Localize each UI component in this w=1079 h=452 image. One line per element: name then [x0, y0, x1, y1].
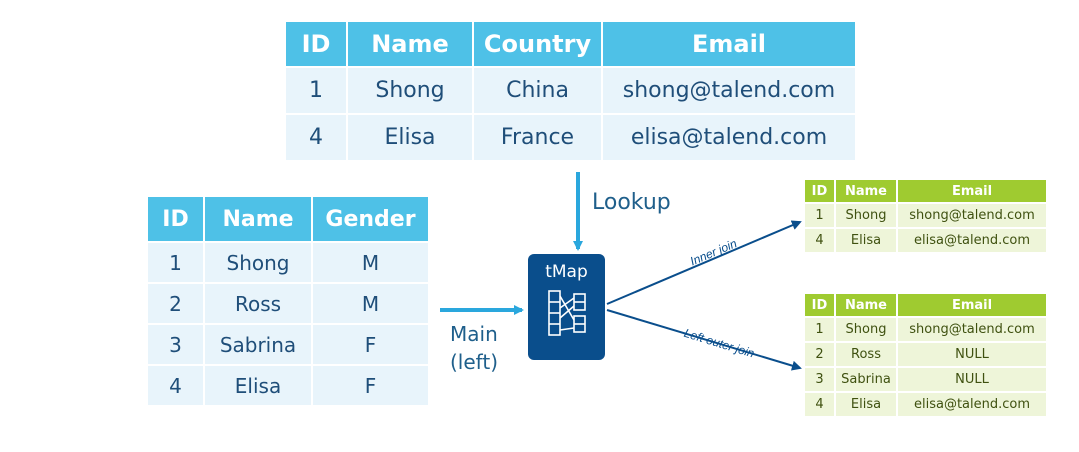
- lookup-table: ID Name Country Email 1 Shong China shon…: [284, 20, 857, 162]
- lookup-header-id: ID: [286, 22, 346, 66]
- table-row: 4 Elisa elisa@talend.com: [805, 229, 1046, 252]
- cell: Elisa: [348, 115, 472, 160]
- table-row: 4 Elisa F: [148, 366, 428, 405]
- cell: Elisa: [836, 393, 896, 416]
- cell: Elisa: [205, 366, 311, 405]
- inner-header-name: Name: [836, 180, 896, 202]
- lookup-label: Lookup: [592, 190, 671, 215]
- lookup-header-name: Name: [348, 22, 472, 66]
- cell: China: [474, 68, 601, 113]
- cell: 4: [805, 229, 834, 252]
- cell: M: [313, 243, 428, 282]
- main-header-row: ID Name Gender: [148, 197, 428, 241]
- cell: 4: [148, 366, 203, 405]
- main-label-line2: (left): [450, 350, 498, 374]
- cell: shong@talend.com: [603, 68, 855, 113]
- inner-join-table: ID Name Email 1 Shong shong@talend.com 4…: [803, 178, 1048, 254]
- inner-header-row: ID Name Email: [805, 180, 1046, 202]
- cell: 2: [148, 284, 203, 323]
- cell: 4: [805, 393, 834, 416]
- cell: Shong: [348, 68, 472, 113]
- cell: 2: [805, 343, 834, 366]
- table-row: 1 Shong M: [148, 243, 428, 282]
- lookup-header-country: Country: [474, 22, 601, 66]
- cell: elisa@talend.com: [898, 393, 1046, 416]
- cell: shong@talend.com: [898, 318, 1046, 341]
- cell: F: [313, 366, 428, 405]
- cell: 1: [805, 318, 834, 341]
- cell: France: [474, 115, 601, 160]
- cell: 3: [148, 325, 203, 364]
- inner-join-label: Inner join: [688, 236, 739, 268]
- table-row: 3 Sabrina NULL: [805, 368, 1046, 391]
- main-label-line1: Main: [450, 322, 498, 346]
- inner-header-email: Email: [898, 180, 1046, 202]
- table-row: 2 Ross M: [148, 284, 428, 323]
- cell: NULL: [898, 368, 1046, 391]
- lookup-header-email: Email: [603, 22, 855, 66]
- table-row: 1 Shong shong@talend.com: [805, 318, 1046, 341]
- table-row: 1 Shong shong@talend.com: [805, 204, 1046, 227]
- lookup-header-row: ID Name Country Email: [286, 22, 855, 66]
- table-row: 4 Elisa France elisa@talend.com: [286, 115, 855, 160]
- left-header-id: ID: [805, 294, 834, 316]
- cell: F: [313, 325, 428, 364]
- table-row: 3 Sabrina F: [148, 325, 428, 364]
- tmap-mapping-icon: [548, 290, 586, 336]
- main-header-gender: Gender: [313, 197, 428, 241]
- cell: M: [313, 284, 428, 323]
- main-table: ID Name Gender 1 Shong M 2 Ross M 3 Sabr…: [146, 195, 430, 407]
- cell: Elisa: [836, 229, 896, 252]
- cell: elisa@talend.com: [603, 115, 855, 160]
- tmap-component[interactable]: tMap: [528, 254, 605, 360]
- left-outer-join-table: ID Name Email 1 Shong shong@talend.com 2…: [803, 292, 1048, 418]
- cell: 1: [805, 204, 834, 227]
- cell: Ross: [836, 343, 896, 366]
- cell: NULL: [898, 343, 1046, 366]
- table-row: 4 Elisa elisa@talend.com: [805, 393, 1046, 416]
- main-label: Main (left): [450, 320, 498, 376]
- cell: 4: [286, 115, 346, 160]
- cell: shong@talend.com: [898, 204, 1046, 227]
- cell: 1: [286, 68, 346, 113]
- cell: Shong: [836, 204, 896, 227]
- cell: 3: [805, 368, 834, 391]
- cell: Sabrina: [836, 368, 896, 391]
- cell: elisa@talend.com: [898, 229, 1046, 252]
- table-row: 2 Ross NULL: [805, 343, 1046, 366]
- cell: Shong: [836, 318, 896, 341]
- left-header-email: Email: [898, 294, 1046, 316]
- table-row: 1 Shong China shong@talend.com: [286, 68, 855, 113]
- main-header-name: Name: [205, 197, 311, 241]
- left-header-name: Name: [836, 294, 896, 316]
- main-header-id: ID: [148, 197, 203, 241]
- inner-header-id: ID: [805, 180, 834, 202]
- left-outer-join-label: Left outer join: [682, 326, 756, 361]
- left-header-row: ID Name Email: [805, 294, 1046, 316]
- cell: Sabrina: [205, 325, 311, 364]
- cell: Shong: [205, 243, 311, 282]
- cell: Ross: [205, 284, 311, 323]
- tmap-label: tMap: [545, 262, 588, 282]
- cell: 1: [148, 243, 203, 282]
